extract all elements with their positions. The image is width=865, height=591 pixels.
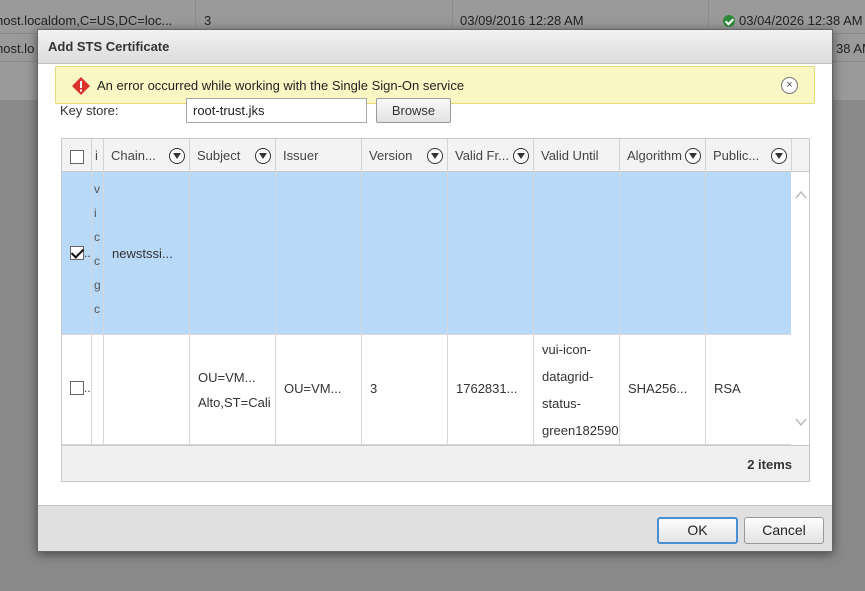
status-ok-icon — [723, 15, 735, 27]
row-narrow-cell — [92, 335, 104, 444]
background-subject: host.localdom,C=US,DC=loc... — [0, 13, 173, 28]
row-checkbox[interactable] — [70, 381, 84, 395]
header-select-all — [62, 139, 92, 172]
header-valid-until-label: Valid Until — [541, 148, 599, 163]
header-subject-label: Subject — [197, 148, 241, 163]
background-valid-until: 38 AM — [836, 41, 865, 56]
background-valid-until: 03/04/2026 12:38 AM — [723, 13, 863, 28]
row-valid-until-line: datagrid- — [542, 369, 594, 384]
row-issuer-text: OU=VM... — [284, 381, 342, 396]
row-subject-cell: OU=VM... Alto,ST=Cali — [190, 335, 276, 444]
row-subject-line2: Alto,ST=Cali — [198, 395, 271, 410]
row-checkbox-cell: .. — [62, 335, 92, 444]
row-algorithm-cell: SHA256... — [620, 335, 706, 444]
certificate-grid: i Chain... Subject Issuer Version Valid … — [61, 138, 810, 482]
grid-scrollbar[interactable] — [791, 172, 809, 445]
header-algorithm[interactable]: Algorithm — [620, 139, 706, 172]
background-valid-from: 03/09/2016 12:28 AM — [460, 13, 584, 28]
row-algorithm-text: SHA256... — [628, 381, 688, 396]
header-narrow-column[interactable]: i — [92, 139, 104, 172]
items-count: 2 items — [747, 457, 792, 472]
cancel-button[interactable]: Cancel — [744, 517, 824, 544]
select-all-checkbox[interactable] — [70, 150, 84, 164]
filter-icon[interactable] — [255, 148, 271, 164]
header-public-key[interactable]: Public... — [706, 139, 792, 172]
header-valid-from-label: Valid Fr... — [455, 148, 509, 163]
background-subject: host.lo — [0, 41, 35, 56]
row-public-key-cell — [706, 172, 791, 334]
row-issuer-cell — [276, 172, 362, 334]
dialog-footer: OK Cancel — [38, 505, 832, 551]
scroll-down-icon[interactable] — [795, 416, 807, 428]
row-public-key-cell: RSA — [706, 335, 791, 444]
filter-icon[interactable] — [427, 148, 443, 164]
row-chain-cell: newstssi... — [104, 172, 190, 334]
close-error-button[interactable]: × — [781, 77, 798, 94]
row-valid-from-cell: 1762831... — [448, 335, 534, 444]
row-valid-until-line: vui-icon- — [542, 342, 592, 357]
row-valid-from-text: 1762831... — [456, 381, 518, 396]
row-chain-text: newstssi... — [112, 246, 173, 261]
row-valid-from-cell — [448, 172, 534, 334]
ok-button[interactable]: OK — [657, 517, 738, 544]
error-message: An error occurred while working with the… — [97, 78, 465, 93]
filter-icon[interactable] — [169, 148, 185, 164]
table-row[interactable]: .. OU=VM... Alto,ST=Cali OU=VM... 3 1762… — [62, 335, 791, 445]
row-narrow-text: v i c c g c — [94, 182, 101, 316]
row-valid-until-line: green182590 — [542, 423, 619, 438]
header-public-key-label: Public... — [713, 148, 760, 163]
table-row[interactable]: .. v i c c g c newstssi... — [62, 172, 791, 335]
row-subject-cell — [190, 172, 276, 334]
row-checkbox[interactable] — [70, 246, 84, 260]
header-issuer[interactable]: Issuer — [276, 139, 362, 172]
filter-icon[interactable] — [771, 148, 787, 164]
row-chain-cell — [104, 335, 190, 444]
row-subject-line1: OU=VM... — [198, 370, 256, 385]
header-version[interactable]: Version — [362, 139, 448, 172]
row-version-text: 3 — [370, 381, 378, 396]
header-subject[interactable]: Subject — [190, 139, 276, 172]
error-icon — [72, 77, 90, 95]
row-algorithm-cell — [620, 172, 706, 334]
header-algorithm-label: Algorithm — [627, 148, 682, 163]
row-public-key-text: RSA — [714, 381, 741, 396]
row-valid-until-line: status- — [542, 396, 582, 411]
header-valid-until[interactable]: Valid Until — [534, 139, 620, 172]
grid-header: i Chain... Subject Issuer Version Valid … — [62, 139, 809, 172]
row-version-cell — [362, 172, 448, 334]
dialog-title: Add STS Certificate — [38, 30, 832, 64]
filter-icon[interactable] — [513, 148, 529, 164]
row-issuer-cell: OU=VM... — [276, 335, 362, 444]
header-chain[interactable]: Chain... — [104, 139, 190, 172]
add-sts-certificate-dialog: Add STS Certificate An error occurred wh… — [37, 29, 833, 552]
browse-button[interactable]: Browse — [376, 98, 451, 123]
row-checkbox-suffix: .. — [84, 381, 91, 395]
header-chain-label: Chain... — [111, 148, 156, 163]
filter-icon[interactable] — [685, 148, 701, 164]
header-version-label: Version — [369, 148, 413, 163]
background-valid-until-text: 03/04/2026 12:38 AM — [739, 13, 863, 28]
keystore-label: Key store: — [60, 103, 119, 118]
header-valid-from[interactable]: Valid Fr... — [448, 139, 534, 172]
keystore-input[interactable] — [186, 98, 367, 123]
header-issuer-label: Issuer — [283, 148, 319, 163]
row-version-cell: 3 — [362, 335, 448, 444]
scroll-up-icon[interactable] — [795, 189, 807, 201]
row-checkbox-cell: .. — [62, 172, 92, 334]
background-version: 3 — [204, 13, 212, 28]
row-valid-until-cell: vui-icon- datagrid- status- green182590 — [534, 335, 620, 444]
row-valid-until-cell — [534, 172, 620, 334]
row-narrow-cell: v i c c g c — [92, 172, 104, 334]
row-checkbox-suffix: .. — [84, 246, 91, 260]
grid-footer: 2 items — [62, 445, 809, 481]
